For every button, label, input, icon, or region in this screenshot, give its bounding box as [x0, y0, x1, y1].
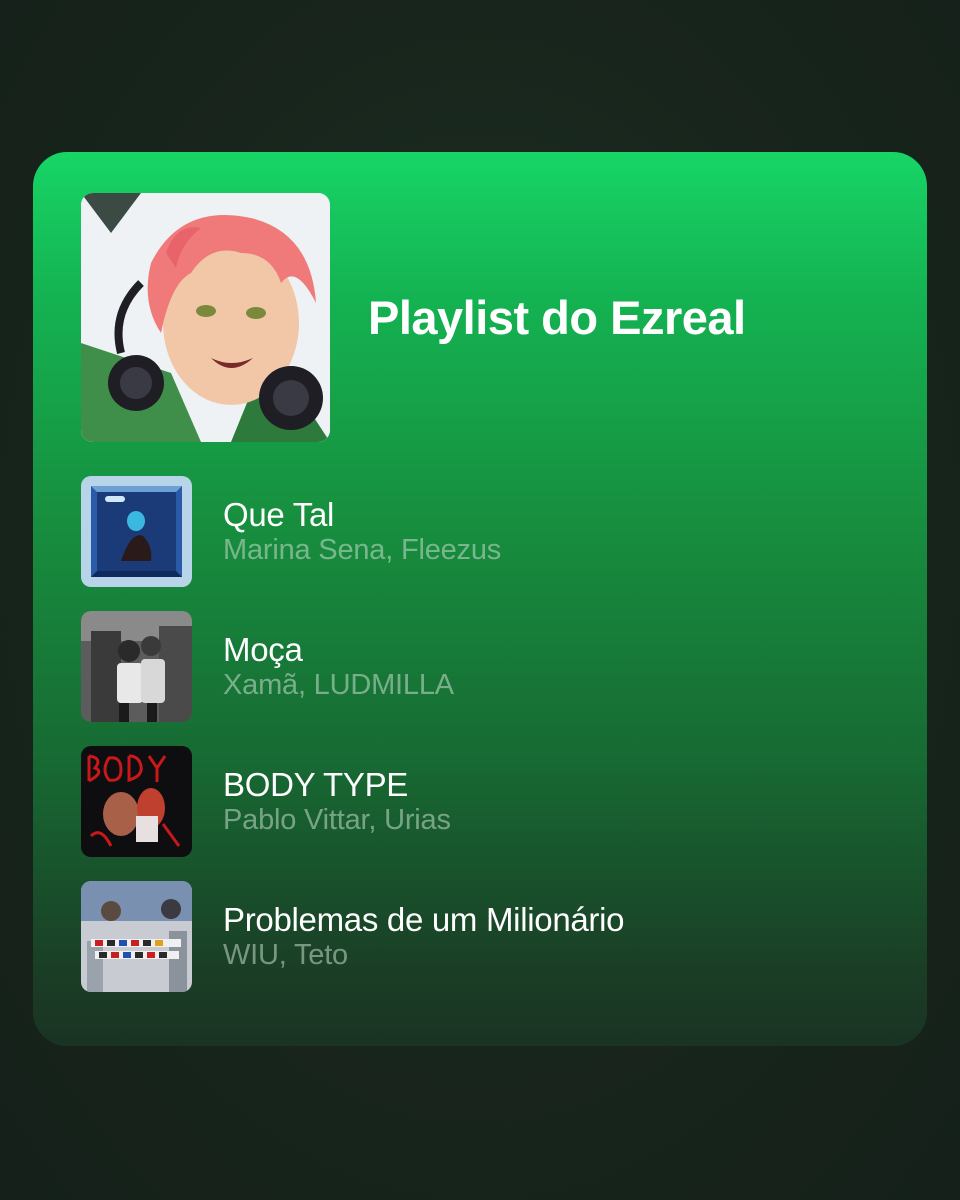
track-thumbnail [81, 476, 192, 587]
track-thumbnail [81, 881, 192, 992]
track-artist: Pablo Vittar, Urias [223, 804, 451, 836]
album-art-problemas [81, 881, 192, 992]
track-list: Que Tal Marina Sena, Fleezus Moça Xamã, … [81, 476, 901, 1016]
playlist-cover-image [81, 193, 330, 442]
track-title: Moça [223, 631, 303, 668]
album-art-moca [81, 611, 192, 722]
track-title: BODY TYPE [223, 766, 408, 803]
track-artist: WIU, Teto [223, 939, 348, 971]
track-thumbnail [81, 746, 192, 857]
album-art-body-type [81, 746, 192, 857]
album-art-que-tal [81, 476, 192, 587]
track-artist: Marina Sena, Fleezus [223, 534, 502, 566]
track-row[interactable]: Moça Xamã, LUDMILLA [81, 611, 901, 722]
track-thumbnail [81, 611, 192, 722]
track-title: Que Tal [223, 496, 335, 533]
track-title: Problemas de um Milionário [223, 901, 625, 938]
playlist-card: Playlist do Ezreal Que Tal Marina Sena, … [33, 152, 927, 1046]
track-row[interactable]: Problemas de um Milionário WIU, Teto [81, 881, 901, 992]
track-row[interactable]: Que Tal Marina Sena, Fleezus [81, 476, 901, 587]
anime-character-headphones-image [81, 193, 330, 442]
track-artist: Xamã, LUDMILLA [223, 669, 454, 701]
track-row[interactable]: BODY TYPE Pablo Vittar, Urias [81, 746, 901, 857]
playlist-title: Playlist do Ezreal [368, 291, 746, 344]
